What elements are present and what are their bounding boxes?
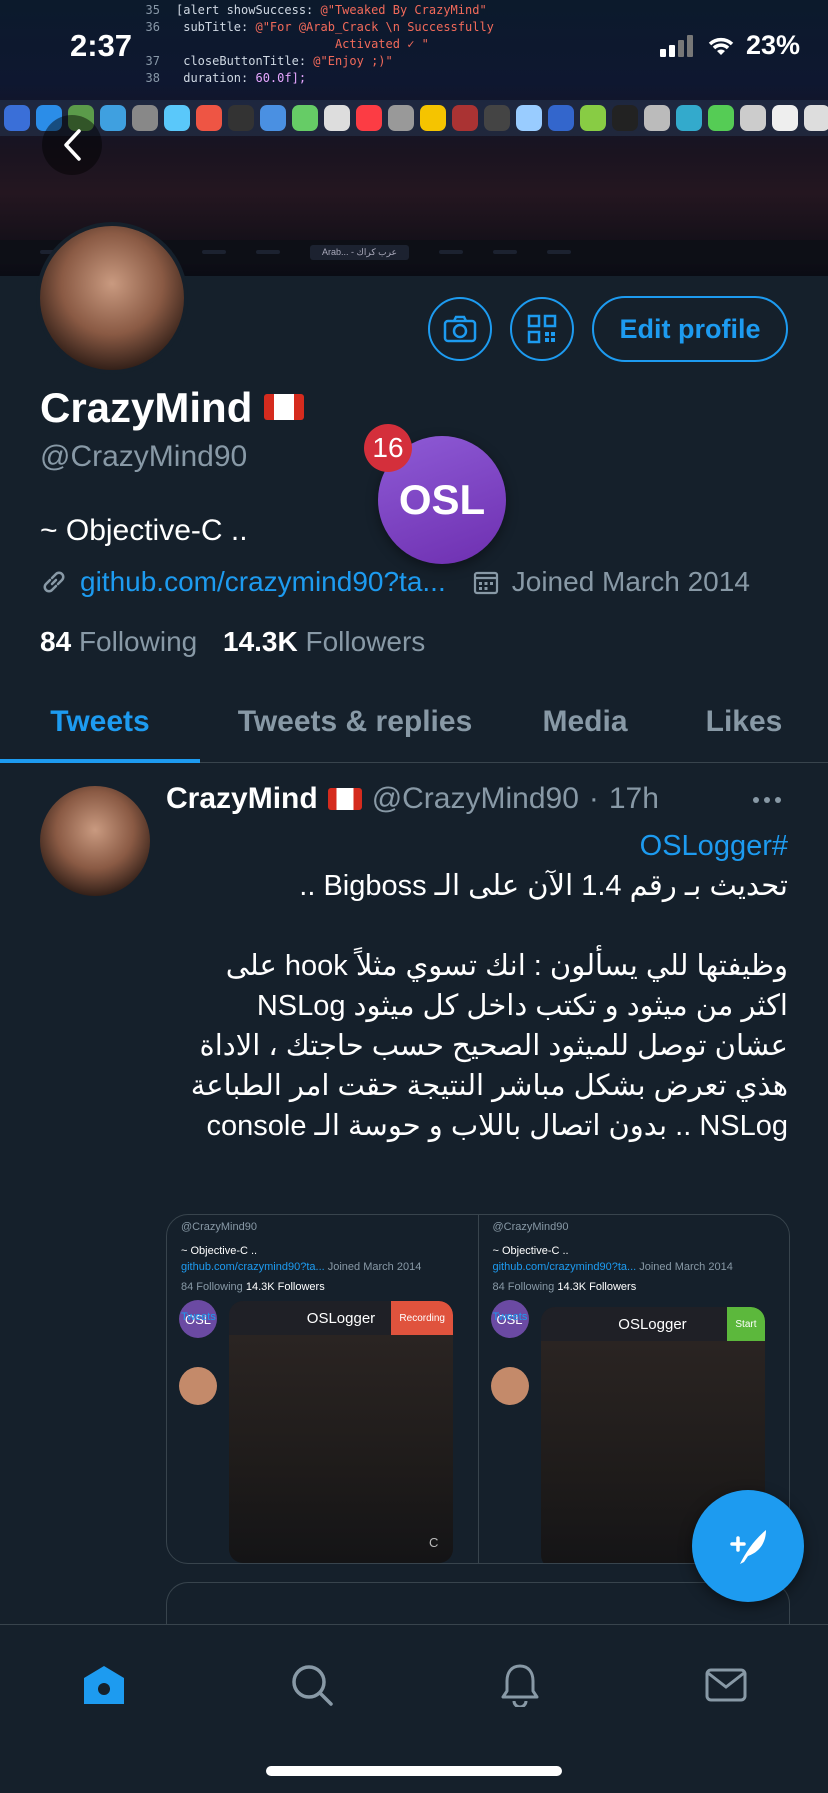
tweet-header: CrazyMind @CrazyMind90 · 17h	[166, 782, 659, 816]
mail-icon	[705, 1668, 747, 1702]
nav-home[interactable]	[74, 1655, 134, 1715]
camera-icon	[443, 315, 477, 343]
follow-stats: 84 Following 14.3K Followers	[40, 626, 425, 658]
nav-notifications[interactable]	[490, 1655, 550, 1715]
tweet-paragraph: وظيفتها للي يسألون : انك تسوي مثلاً hook…	[190, 950, 788, 1142]
tab-tweets[interactable]: Tweets	[0, 682, 200, 763]
bell-icon	[501, 1664, 539, 1707]
calendar-icon	[473, 571, 498, 595]
followers-link[interactable]: 14.3K Followers	[223, 626, 425, 657]
status-indicators: 23%	[659, 30, 800, 61]
tab-likes[interactable]: Likes	[660, 682, 828, 762]
tab-media[interactable]: Media	[510, 682, 660, 762]
tab-tweets-replies[interactable]: Tweets & replies	[200, 682, 510, 762]
cellular-signal-icon	[659, 34, 693, 57]
compose-tweet-icon	[730, 1530, 766, 1564]
profile-name: CrazyMind	[40, 384, 305, 432]
banner-dock	[0, 100, 828, 136]
media-image-left[interactable]: @CrazyMind90 ~ Objective-C .. github.com…	[167, 1215, 479, 1563]
tweet-time: 17h	[608, 782, 659, 815]
following-link[interactable]: 84 Following	[40, 626, 197, 657]
flag-canada-icon	[264, 393, 305, 420]
tweet-line-1: تحديث بـ رقم 1.4 الآن على الـ Bigboss ..	[299, 870, 788, 902]
banner-code-snippet: 35 [alert showSuccess: @"Tweaked By Crazy…	[145, 3, 494, 85]
profile-link[interactable]: github.com/crazymind90?ta...	[80, 566, 446, 598]
profile-meta: github.com/crazymind90?ta... Joined Marc…	[40, 566, 750, 598]
more-icon	[753, 797, 781, 803]
edit-profile-button[interactable]: Edit profile	[592, 296, 788, 362]
home-indicator	[266, 1766, 562, 1776]
camera-button[interactable]	[428, 297, 492, 361]
flag-canada-icon	[327, 788, 362, 810]
profile-joined: Joined March 2014	[511, 566, 750, 597]
back-button[interactable]	[42, 115, 102, 175]
nav-search[interactable]	[282, 1655, 342, 1715]
wifi-icon	[708, 37, 734, 55]
oslogger-badge: 16	[364, 424, 412, 472]
profile-handle: @CrazyMind90	[40, 440, 248, 473]
compose-tweet-button[interactable]	[692, 1490, 804, 1602]
profile-tabs: Tweets Tweets & replies Media Likes	[0, 682, 828, 763]
status-time: 2:37	[70, 28, 133, 63]
tweet-media[interactable]: @CrazyMind90 ~ Objective-C .. github.com…	[166, 1214, 790, 1564]
tweet-avatar[interactable]	[40, 786, 150, 896]
qr-code-button[interactable]	[510, 297, 574, 361]
profile-avatar[interactable]	[36, 222, 188, 374]
tweet-text: #OSLogger تحديث بـ رقم 1.4 الآن على الـ …	[180, 826, 788, 1146]
oslogger-popup: OSLogger Recording	[229, 1301, 453, 1563]
tweet-hashtag[interactable]: #OSLogger	[180, 826, 788, 866]
qr-code-icon	[527, 314, 557, 344]
profile-bio: ~ Objective-C ..	[40, 514, 248, 547]
link-icon	[43, 571, 65, 593]
tweet-author-name[interactable]: CrazyMind	[166, 782, 318, 816]
battery-percentage: 23%	[745, 30, 800, 60]
chevron-left-icon	[64, 129, 81, 161]
nav-messages[interactable]	[696, 1655, 756, 1715]
search-icon	[292, 1665, 333, 1706]
tweet-author-handle: @CrazyMind90	[371, 782, 579, 815]
tweet-more-button[interactable]	[752, 778, 782, 812]
home-icon	[84, 1666, 124, 1704]
